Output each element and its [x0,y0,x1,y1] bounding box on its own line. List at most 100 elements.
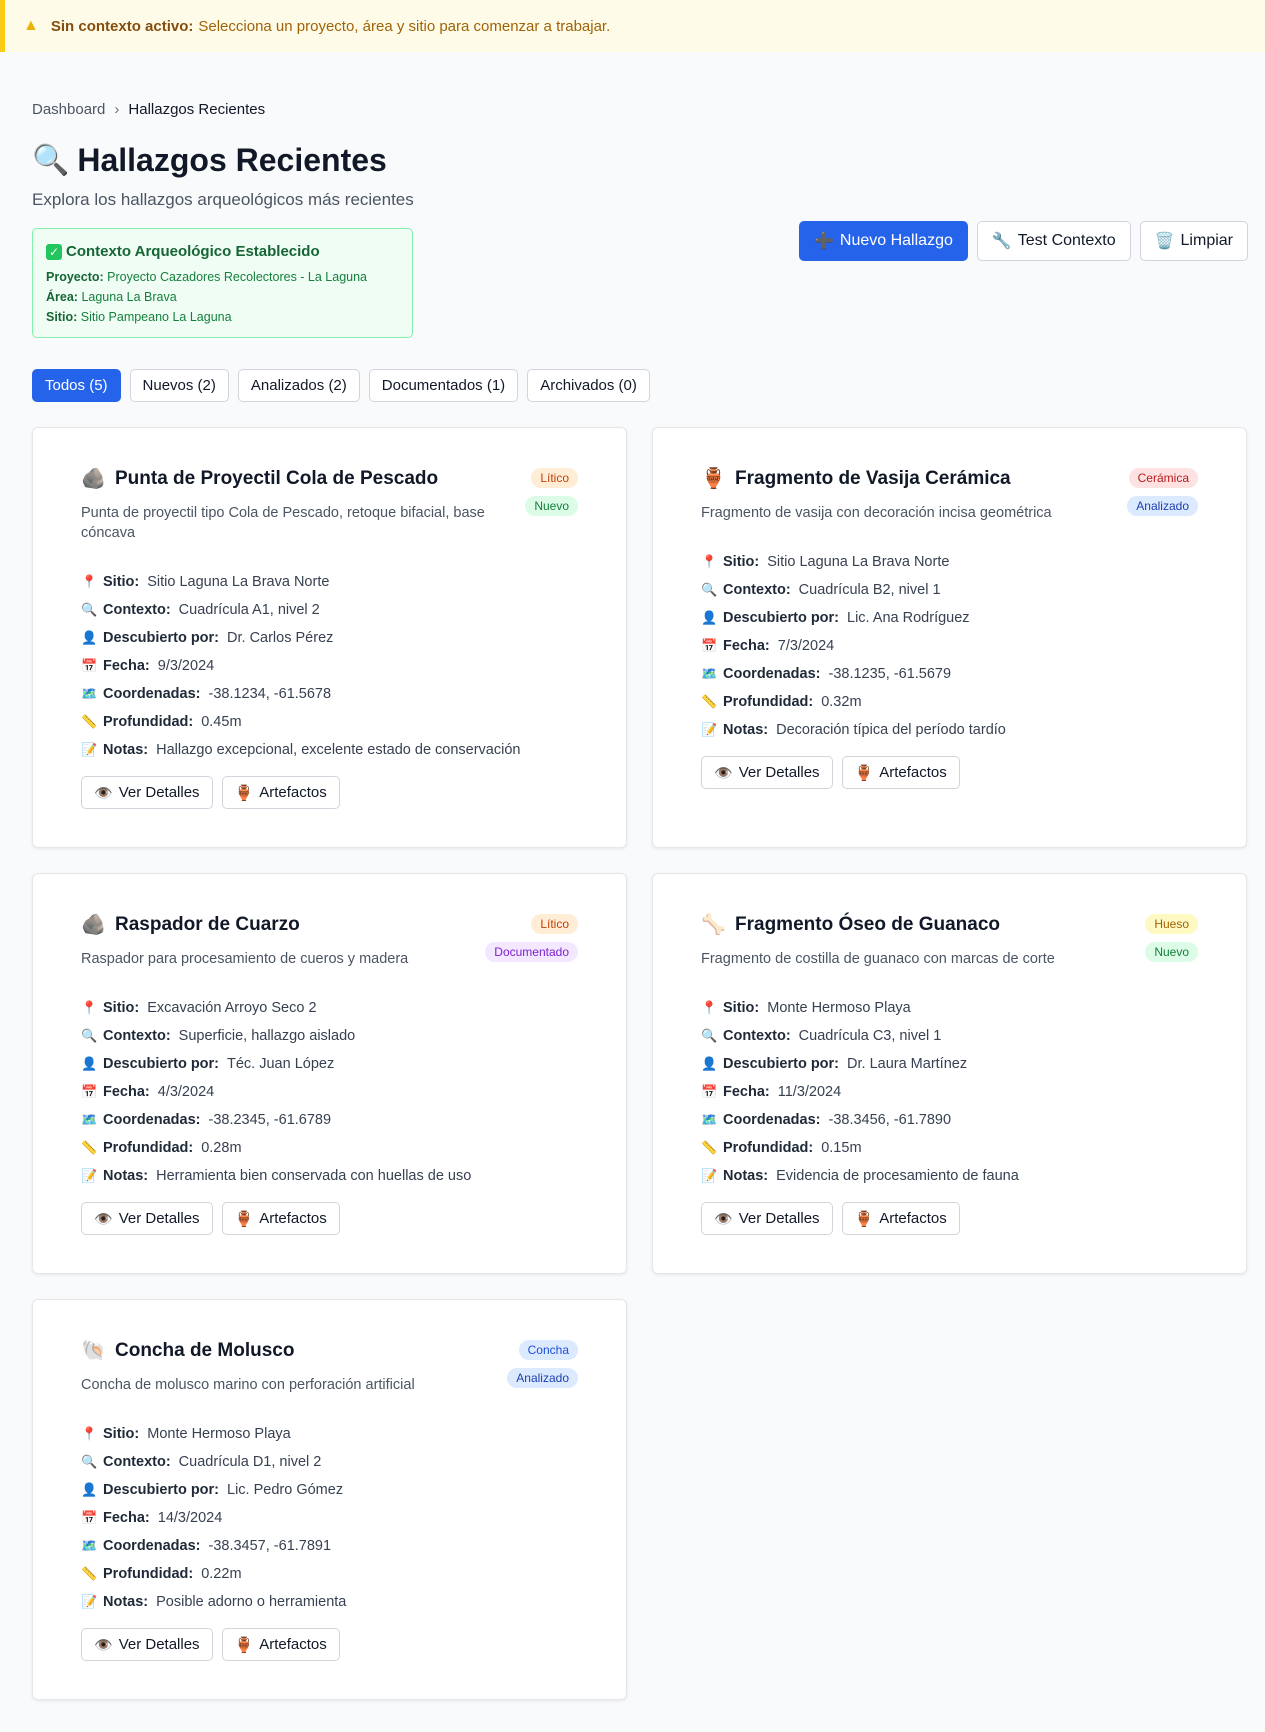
page-subtitle: Explora los hallazgos arqueológicos más … [32,190,414,209]
finding-actions: 👁️ Ver Detalles 🏺 Artefactos [701,1202,960,1235]
detail-site: 📍 Sitio: Monte Hermoso Playa [81,1420,346,1448]
memo-icon: 📝 [701,1168,718,1183]
amphora-icon: 🏺 [701,468,726,490]
detail-label: Fecha: [103,1084,150,1100]
finding-badges: Cerámica Analizado [1127,468,1198,516]
artifacts-label: Artefactos [879,1210,947,1227]
detail-date: 📅 Fecha: 9/3/2024 [81,652,520,680]
breadcrumb-dashboard[interactable]: Dashboard [32,101,105,118]
artifacts-button[interactable]: 🏺 Artefactos [221,1628,340,1661]
detail-label: Notas: [103,1594,149,1610]
map-icon: 🗺️ [701,1112,718,1127]
finding-description: Fragmento de costilla de guanaco con mar… [701,951,1055,967]
detail-label: Sitio: [103,574,140,590]
artifacts-button[interactable]: 🏺 Artefactos [221,776,340,809]
map-icon: 🗺️ [701,666,718,681]
ruler-icon: 📏 [81,1566,98,1581]
pin-icon: 📍 [81,574,98,589]
view-details-button[interactable]: 👁️ Ver Detalles [701,1202,833,1235]
ruler-icon: 📏 [701,1140,718,1155]
detail-context: 🔍 Contexto: Cuadrícula A1, nivel 2 [81,596,520,624]
detail-value: Sitio Laguna La Brava Norte [767,554,950,570]
detail-site: 📍 Sitio: Sitio Laguna La Brava Norte [81,568,520,596]
detail-coordinates: 🗺️ Coordenadas: -38.1235, -61.5679 [701,660,1006,688]
artifacts-button[interactable]: 🏺 Artefactos [841,1202,960,1235]
amphora-icon: 🏺 [234,1210,254,1228]
detail-value: -38.3456, -61.7890 [828,1112,952,1128]
status-badge: Documentado [485,942,578,962]
test-context-button[interactable]: 🔧 Test Contexto [976,221,1131,261]
detail-discovered-by: 👤 Descubierto por: Téc. Juan López [81,1050,471,1078]
detail-label: Notas: [723,722,769,738]
magnifier-icon: 🔍 [701,1028,718,1043]
detail-value: Cuadrícula D1, nivel 2 [178,1454,322,1470]
page-title-text: Hallazgos Recientes [77,142,387,178]
map-icon: 🗺️ [81,686,98,701]
detail-label: Fecha: [103,658,150,674]
filter-nuevos[interactable]: Nuevos (2) [129,369,229,402]
eye-icon: 👁️ [714,764,733,782]
view-details-button[interactable]: 👁️ Ver Detalles [81,1202,213,1235]
warning-triangle-icon: ▲ [23,17,39,34]
detail-label: Descubierto por: [103,1056,220,1072]
view-details-button[interactable]: 👁️ Ver Detalles [81,776,213,809]
context-site-label: Sitio: [46,310,78,324]
calendar-icon: 📅 [701,1084,718,1099]
finding-title: Concha de Molusco [115,1339,295,1361]
detail-label: Coordenadas: [103,1112,201,1128]
detail-value: Decoración típica del período tardío [776,722,1006,738]
finding-header: 🐚 Concha de Molusco [81,1338,294,1363]
detail-date: 📅 Fecha: 14/3/2024 [81,1504,346,1532]
detail-value: -38.2345, -61.6789 [208,1112,332,1128]
filter-analizados[interactable]: Analizados (2) [237,369,360,402]
trash-icon: 🗑️ [1154,233,1175,250]
filter-archivados[interactable]: Archivados (0) [527,369,650,402]
finding-badges: Concha Analizado [507,1340,578,1388]
detail-label: Contexto: [103,1028,171,1044]
detail-label: Coordenadas: [103,1538,201,1554]
magnifier-icon: 🔍 [81,602,98,617]
artifacts-button[interactable]: 🏺 Artefactos [841,756,960,789]
filter-documentados[interactable]: Documentados (1) [368,369,519,402]
new-finding-button[interactable]: ➕ Nuevo Hallazgo [798,221,968,261]
status-badge: Analizado [507,1368,578,1388]
artifacts-button[interactable]: 🏺 Artefactos [221,1202,340,1235]
detail-label: Notas: [723,1168,769,1184]
magnifier-icon: 🔍 [32,144,70,177]
context-area-value: Laguna La Brava [81,290,177,304]
context-heading: ✓ Contexto Arqueológico Establecido [46,243,399,260]
finding-actions: 👁️ Ver Detalles 🏺 Artefactos [701,756,960,789]
finding-details: 📍 Sitio: Excavación Arroyo Seco 2 🔍 Contexto… [81,994,471,1190]
detail-label: Sitio: [723,1000,760,1016]
amphora-icon: 🏺 [234,784,254,802]
memo-icon: 📝 [81,1168,98,1183]
detail-date: 📅 Fecha: 7/3/2024 [701,632,1006,660]
detail-site: 📍 Sitio: Sitio Laguna La Brava Norte [701,548,1006,576]
detail-value: 11/3/2024 [777,1084,842,1100]
calendar-icon: 📅 [81,1084,98,1099]
detail-notes: 📝 Notas: Hallazgo excepcional, excelente e… [81,736,520,764]
finding-description: Concha de molusco marino con perforación… [81,1377,415,1393]
detail-value: Evidencia de procesamiento de fauna [776,1168,1019,1184]
view-details-button[interactable]: 👁️ Ver Detalles [701,756,833,789]
detail-label: Contexto: [723,582,791,598]
bone-icon: 🦴 [701,914,726,936]
wrench-icon: 🔧 [991,233,1012,250]
detail-label: Descubierto por: [103,630,220,646]
ruler-icon: 📏 [701,694,718,709]
page-title: 🔍 Hallazgos Recientes [32,142,387,179]
view-details-button[interactable]: 👁️ Ver Detalles [81,1628,213,1661]
detail-value: 4/3/2024 [157,1084,215,1100]
detail-context: 🔍 Contexto: Cuadrícula C3, nivel 1 [701,1022,1019,1050]
ruler-icon: 📏 [81,1140,98,1155]
detail-notes: 📝 Notas: Posible adorno o herramienta [81,1588,346,1616]
view-details-label: Ver Detalles [118,784,200,801]
detail-label: Sitio: [723,554,760,570]
detail-coordinates: 🗺️ Coordenadas: -38.3457, -61.7891 [81,1532,346,1560]
finding-card: 🦴 Fragmento Óseo de Guanaco Fragmento de c… [652,873,1247,1274]
person-icon: 👤 [701,1056,718,1071]
clear-button[interactable]: 🗑️ Limpiar [1139,221,1248,261]
detail-value: 0.22m [201,1566,242,1582]
eye-icon: 👁️ [94,1210,113,1228]
filter-todos[interactable]: Todos (5) [32,369,121,402]
